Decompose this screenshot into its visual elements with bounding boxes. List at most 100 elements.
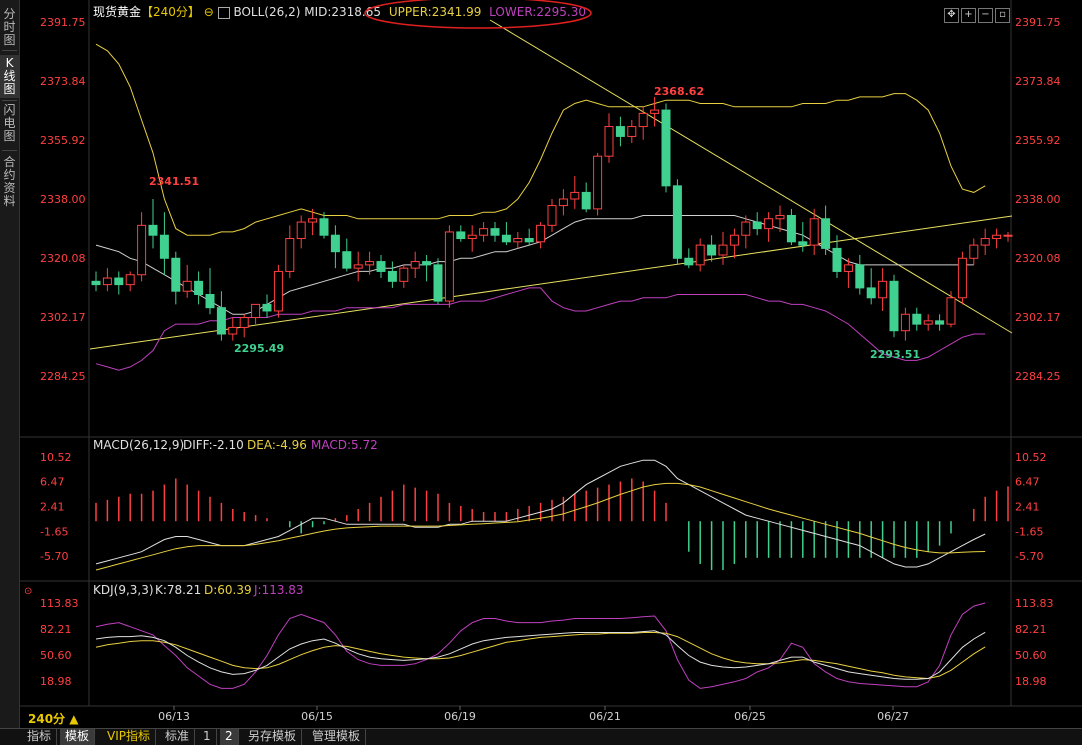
candle-down — [433, 264, 443, 302]
candle-up — [809, 218, 819, 246]
candle-up — [741, 221, 751, 236]
manage-templates-button[interactable]: 管理模板 — [307, 729, 367, 745]
kdj-tick-label: 82.21 — [1015, 623, 1047, 636]
save-template-button[interactable]: 另存模板 — [243, 729, 303, 745]
candle-down — [91, 280, 101, 286]
candle-down — [707, 244, 717, 256]
price-tick-label: 2302.17 — [1015, 311, 1061, 324]
template-1-button[interactable]: 1 — [198, 729, 217, 745]
date-tick-label: 06/27 — [877, 710, 909, 723]
macd-tick-label: 10.52 — [1015, 451, 1047, 464]
candle-up — [946, 297, 956, 325]
candle-up — [273, 270, 283, 312]
kdj-tick-label: 82.21 — [40, 623, 72, 636]
candle-down — [615, 126, 625, 137]
kdj-tick-label: 18.98 — [40, 675, 72, 688]
candle-down — [330, 234, 340, 253]
highlight-ellipse — [364, 0, 592, 29]
kdj-icon[interactable]: ⊙ — [24, 586, 32, 597]
candle-down — [912, 313, 922, 325]
price-tick-label: 2391.75 — [40, 16, 86, 29]
candle-up — [182, 280, 192, 292]
macd-tick-label: -1.65 — [40, 525, 68, 538]
candle-up — [399, 267, 409, 282]
candle-up — [638, 112, 648, 128]
price-tick-label: 2373.84 — [40, 75, 86, 88]
macd-tick-label: 6.47 — [40, 476, 65, 489]
candle-up — [593, 155, 603, 210]
candle-down — [376, 261, 386, 272]
candle-up — [764, 218, 774, 230]
macd-diff: DIFF:-2.10 — [183, 438, 244, 452]
candle-up — [467, 234, 477, 240]
candle-down — [114, 277, 124, 286]
template-2-button[interactable]: 2 — [220, 729, 239, 745]
candle-up — [570, 191, 580, 200]
macd-tick-label: -5.70 — [1015, 550, 1043, 563]
candle-up — [444, 231, 454, 302]
date-tick-label: 06/13 — [158, 710, 190, 723]
price-tick-label: 2320.08 — [1015, 252, 1061, 265]
candle-down — [148, 224, 158, 236]
kdj-tick-label: 113.83 — [40, 597, 79, 610]
candle-down — [935, 320, 945, 325]
tab-indicators[interactable]: 指标 — [22, 729, 58, 745]
macd-tick-label: -1.65 — [1015, 525, 1043, 538]
candle-down — [422, 261, 432, 266]
candle-up — [558, 198, 568, 207]
candle-down — [798, 241, 808, 246]
candle-up — [239, 317, 249, 328]
bollinger-bands — [95, 43, 986, 371]
macd-tick-label: 10.52 — [40, 451, 72, 464]
candle-down — [866, 287, 876, 299]
kdj-k-line — [95, 630, 986, 680]
price-chart[interactable]: 2391.75 2391.75 2373.84 2373.84 2355.92 2355.… — [0, 0, 1082, 744]
price-tick-label: 2391.75 — [1015, 16, 1061, 29]
date-tick-label: 06/25 — [734, 710, 766, 723]
candle-up — [843, 264, 853, 272]
candle-up — [513, 238, 523, 243]
macd-dea: DEA:-4.96 — [247, 438, 307, 452]
annotation-low-2: 2293.51 — [870, 348, 920, 361]
macd-tick-label: 2.41 — [40, 501, 65, 514]
candle-up — [410, 261, 420, 269]
date-tick-label: 06/19 — [444, 710, 476, 723]
kdj-tick-label: 113.83 — [1015, 597, 1054, 610]
candle-up — [102, 277, 112, 286]
price-tick-label: 2338.00 — [1015, 193, 1061, 206]
candle-up — [650, 109, 660, 114]
tab-vip-indicators[interactable]: VIP指标 — [102, 729, 156, 745]
annotation-low-1: 2295.49 — [234, 342, 284, 355]
boll-mid-line — [95, 215, 974, 315]
candle-down — [456, 231, 466, 240]
candle-up — [536, 224, 546, 243]
price-tick-label: 2373.84 — [1015, 75, 1061, 88]
tab-templates[interactable]: 模板 — [60, 729, 96, 745]
price-tick-label: 2355.92 — [1015, 134, 1061, 147]
price-tick-label: 2284.25 — [1015, 370, 1061, 383]
period-selector[interactable]: 240分 ▲ — [28, 710, 78, 727]
price-tick-label: 2284.25 — [40, 370, 86, 383]
candle-down — [501, 234, 511, 243]
macd-dea-line — [95, 482, 986, 571]
candle-up — [137, 224, 147, 276]
candle-up — [992, 234, 1002, 240]
candle-up — [627, 126, 637, 137]
candle-up — [125, 274, 135, 286]
candle-up — [980, 238, 990, 246]
candle-up — [308, 218, 318, 223]
candle-up — [775, 214, 785, 220]
price-tick-label: 2302.17 — [40, 311, 86, 324]
macd-tick-label: -5.70 — [40, 550, 68, 563]
candle-up — [900, 313, 910, 332]
price-tick-label: 2320.08 — [40, 252, 86, 265]
kdj-j-line — [95, 602, 986, 689]
time-axis: 06/13 06/15 06/19 06/21 06/25 06/27 — [158, 706, 909, 723]
candle-down — [387, 270, 397, 282]
resistance-trendline[interactable] — [489, 19, 1013, 334]
candle-down — [581, 191, 591, 210]
candle-down — [319, 218, 329, 236]
candle-down — [171, 257, 181, 292]
tab-standard[interactable]: 标准 — [160, 729, 196, 745]
kdj-tick-label: 18.98 — [1015, 675, 1047, 688]
